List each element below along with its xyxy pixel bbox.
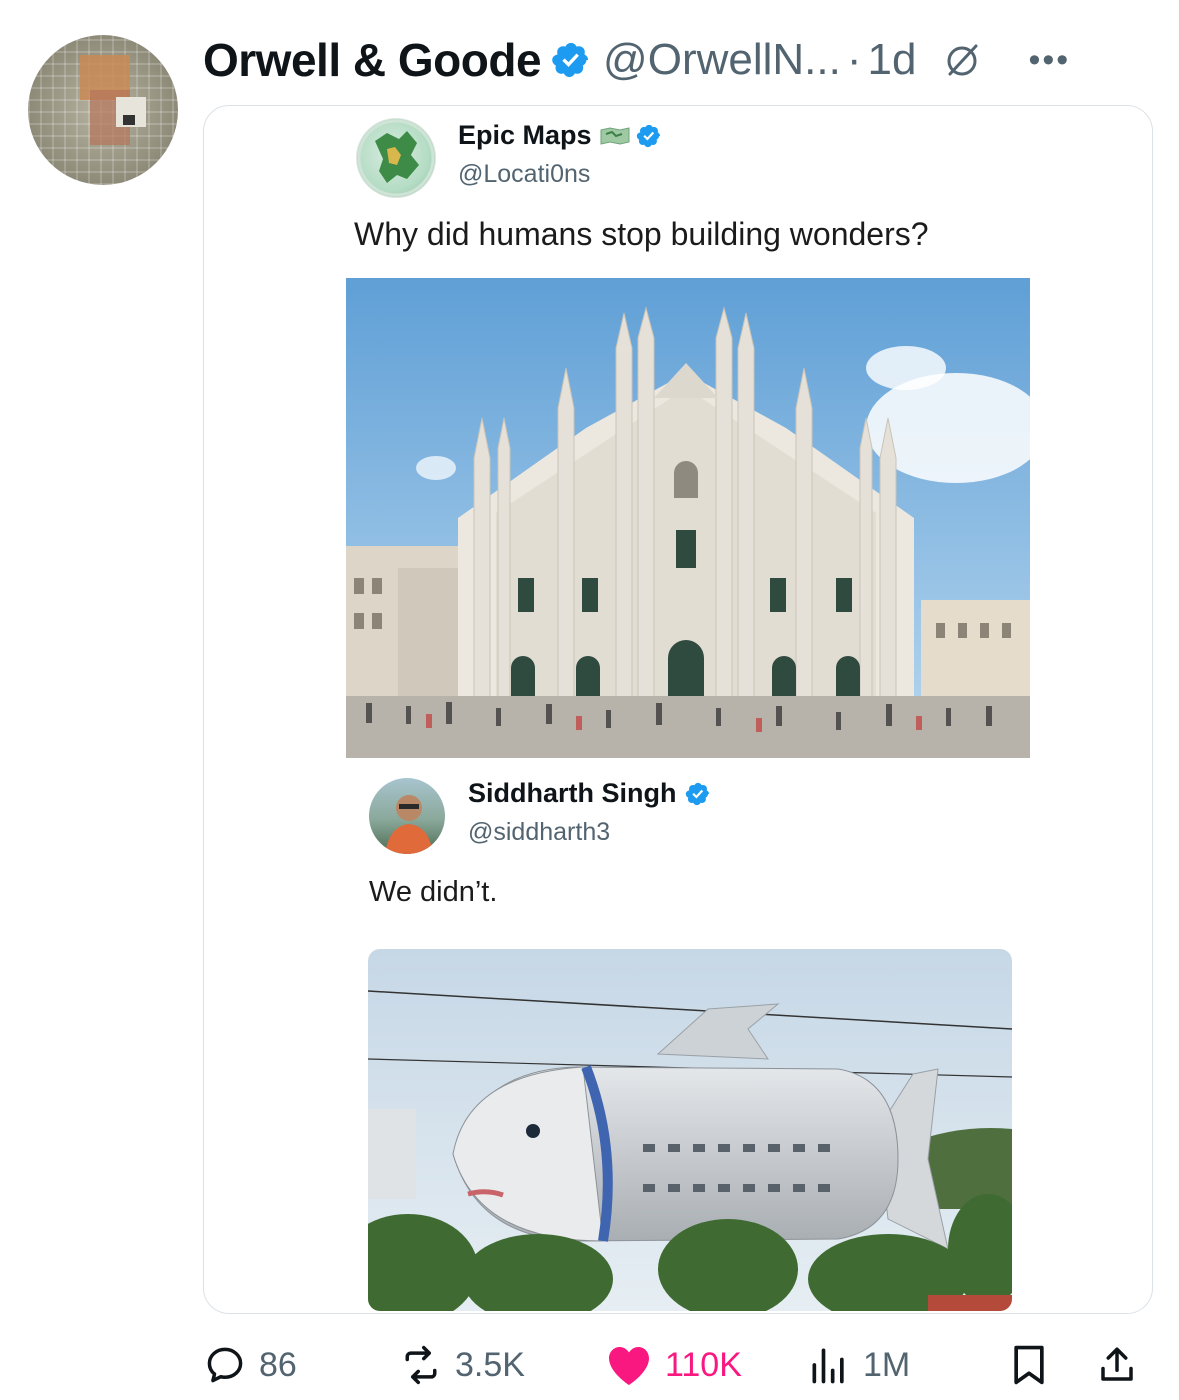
heart-icon [609,1347,649,1385]
epic-maps-handle: @Locati0ns [458,160,591,188]
reply-button[interactable]: 86 [203,1343,297,1387]
author-avatar[interactable] [28,35,178,185]
views-icon [812,1348,844,1384]
repost-button[interactable]: 3.5K [399,1343,525,1387]
map-emoji-icon [600,126,630,145]
milan-cathedral-photo [346,278,1030,758]
grok-icon[interactable] [942,40,982,80]
share-icon [1101,1347,1133,1381]
siddharth-name: Siddharth Singh [468,778,711,809]
epic-maps-display-name: Epic Maps [458,120,592,150]
author-display-name[interactable]: Orwell & Goode [203,33,542,87]
post-media-card[interactable]: Epic Maps @Locati0ns Why did humans stop… [203,105,1153,1314]
fish-building-photo [368,949,1012,1311]
like-button[interactable]: 110K [605,1343,742,1387]
siddharth-avatar [369,778,445,854]
more-icon[interactable]: ••• [1028,43,1070,77]
epic-maps-text: Why did humans stop building wonders? [354,216,929,252]
post-timestamp[interactable]: 1d [868,35,917,85]
bookmark-button[interactable] [1009,1343,1049,1387]
repost-icon [405,1345,437,1385]
like-count: 110K [665,1345,742,1384]
repost-count: 3.5K [455,1345,525,1384]
share-button[interactable] [1096,1343,1138,1387]
post-header: Orwell & Goode @OrwellN... · 1d ••• [203,30,1149,90]
siddharth-text: We didn’t. [369,876,498,908]
reply-icon [207,1347,243,1383]
reply-count: 86 [259,1345,297,1384]
bookmark-icon [1014,1345,1044,1385]
siddharth-display-name: Siddharth Singh [468,778,677,808]
view-count: 1M [863,1345,911,1384]
author-handle[interactable]: @OrwellN... [603,35,841,85]
views-button[interactable]: 1M [807,1343,910,1387]
epic-maps-avatar [356,118,436,198]
siddharth-handle: @siddharth3 [468,818,611,846]
verified-badge-icon[interactable] [551,40,591,80]
action-bar: 86 3.5K 110K 1M [203,1340,1149,1390]
epic-maps-name: Epic Maps [458,120,662,151]
verified-badge-icon [685,782,709,805]
header-separator: · [846,35,862,84]
verified-badge-icon [636,124,660,147]
